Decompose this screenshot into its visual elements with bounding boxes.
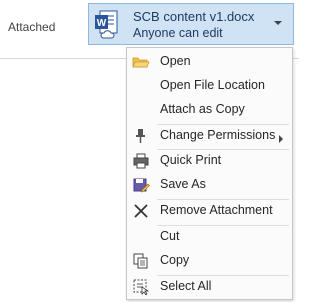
copy-icon (132, 253, 150, 269)
menu-item-label: Select All (160, 279, 212, 293)
attachment-context-menu: Open Open File Location Attach as Copy C… (126, 47, 293, 300)
menu-item-label: Copy (160, 253, 190, 267)
menu-item-label: Remove Attachment (160, 203, 273, 217)
menu-item-open[interactable]: Open (128, 51, 291, 73)
menu-item-open-file-location[interactable]: Open File Location (128, 75, 291, 97)
menu-item-label: Save As (160, 177, 206, 191)
printer-icon (132, 153, 150, 169)
pin-icon (132, 128, 150, 144)
save-as-icon (132, 177, 150, 193)
close-icon (132, 203, 150, 219)
open-folder-icon (132, 54, 150, 70)
menu-item-save-as[interactable]: Save As (128, 174, 291, 196)
svg-text:W: W (97, 18, 107, 29)
menu-item-label: Open File Location (160, 78, 265, 92)
menu-item-cut[interactable]: Cut (128, 226, 291, 248)
menu-item-label: Open (160, 54, 191, 68)
menu-item-label: Cut (160, 229, 180, 243)
attachment-permission: Anyone can edit (133, 26, 223, 40)
menu-item-remove-attachment[interactable]: Remove Attachment (128, 200, 291, 222)
attachment-chip[interactable]: W SCB content v1.docx Anyone can edit (88, 3, 294, 45)
menu-item-copy[interactable]: Copy (128, 250, 291, 272)
word-document-icon: W (94, 10, 120, 40)
menu-item-select-all[interactable]: Select All (128, 276, 291, 298)
menu-item-label: Change Permissions (160, 128, 276, 142)
select-all-icon (132, 279, 150, 296)
attached-label: Attached (8, 20, 56, 34)
menu-item-attach-as-copy[interactable]: Attach as Copy (128, 99, 291, 121)
attachment-row: Attached W SCB content v1.docx Anyone ca… (0, 0, 299, 45)
chevron-down-icon[interactable] (271, 16, 285, 30)
menu-item-label: Quick Print (160, 153, 222, 167)
menu-item-label: Attach as Copy (160, 102, 245, 116)
attachment-file-name: SCB content v1.docx (133, 9, 255, 24)
submenu-arrow-icon (277, 131, 285, 143)
menu-item-quick-print[interactable]: Quick Print (128, 150, 291, 172)
menu-item-change-permissions[interactable]: Change Permissions (128, 125, 291, 147)
